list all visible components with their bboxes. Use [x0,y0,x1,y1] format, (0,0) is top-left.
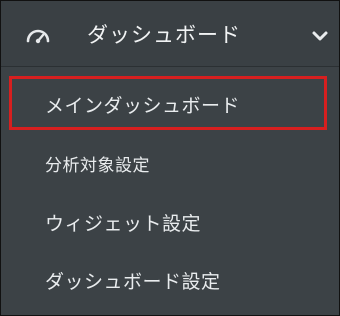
navigation-menu-panel: ダッシュボード メインダッシュボード 分析対象設定 ウィジェット設定 ダッシュボ… [0,0,340,316]
submenu-item-widget-settings[interactable]: ウィジェット設定 [1,195,339,253]
dashboard-menu-header[interactable]: ダッシュボード [1,1,339,67]
dashboard-gauge-icon [26,29,50,44]
submenu-item-main-dashboard[interactable]: メインダッシュボード [1,77,339,135]
submenu-item-label: ウィジェット設定 [45,213,202,235]
submenu-item-analysis-target-settings[interactable]: 分析対象設定 [1,137,339,195]
chevron-down-icon[interactable] [311,30,329,42]
submenu-item-dashboard-settings[interactable]: ダッシュボード設定 [1,253,339,311]
submenu-item-label: 分析対象設定 [45,156,150,176]
dashboard-submenu: メインダッシュボード 分析対象設定 ウィジェット設定 ダッシュボード設定 [1,67,339,315]
submenu-item-label: メインダッシュボード [45,95,241,117]
submenu-item-label: ダッシュボード設定 [45,271,221,293]
dashboard-menu-label: ダッシュボード [87,23,241,47]
